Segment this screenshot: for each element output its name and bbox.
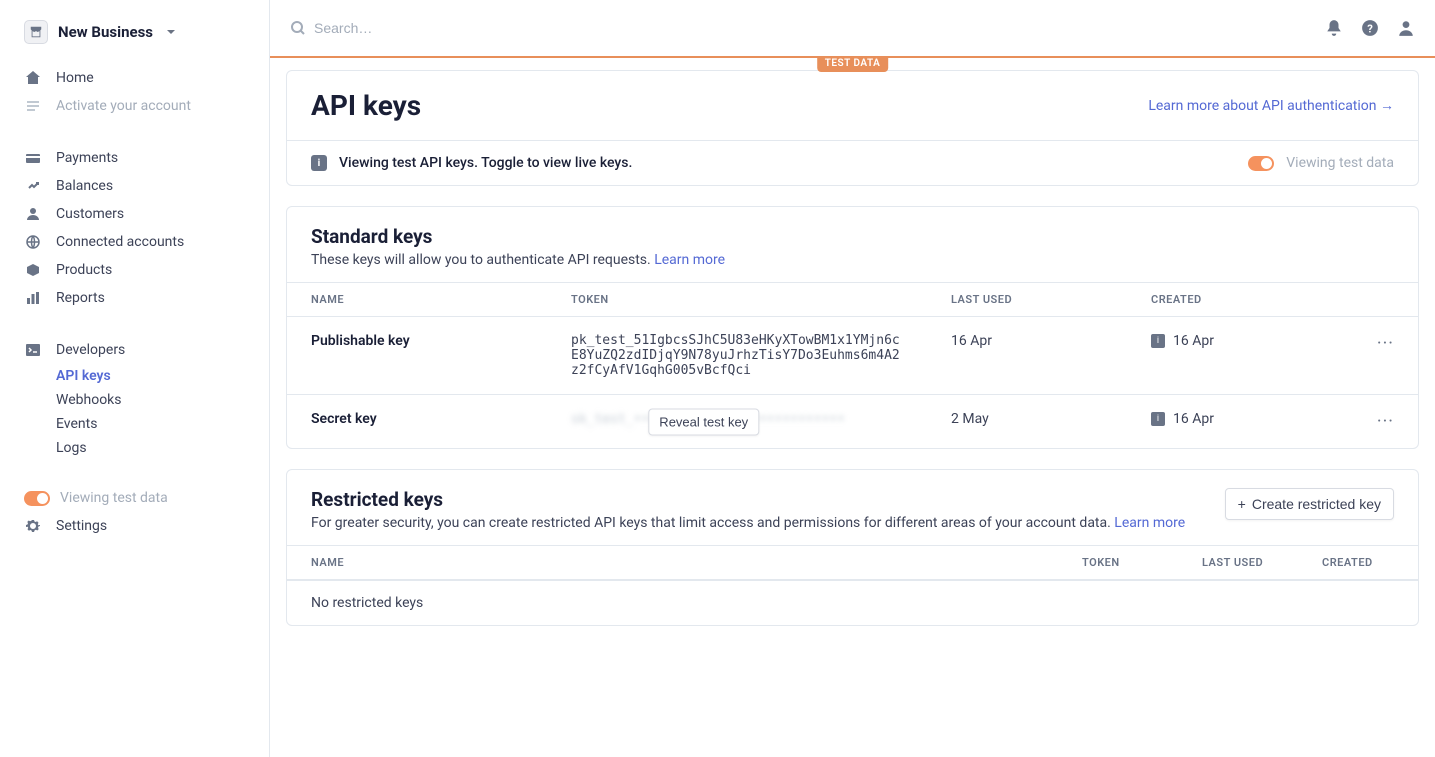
table-row: Publishable key pk_test_51IgbcsSJhC5U83e… [287,317,1418,395]
row-actions-menu[interactable]: ··· [1353,395,1418,449]
page-header-card: API keys Learn more about API authentica… [286,70,1419,186]
info-message: Viewing test API keys. Toggle to view li… [339,155,1236,171]
sidebar-item-connected[interactable]: Connected accounts [0,228,270,256]
payments-icon [24,149,42,167]
sidebar-sub-events[interactable]: Events [0,412,270,436]
last-used: 16 Apr [927,317,1127,395]
view-test-toggle[interactable] [1248,156,1274,171]
sidebar-item-products[interactable]: Products [0,256,270,284]
standard-learn-more-link[interactable]: Learn more [654,252,725,268]
topbar-icons: ? [1325,19,1415,37]
standard-keys-title: Standard keys [311,225,725,248]
sidebar-item-activate[interactable]: Activate your account [0,92,270,120]
reports-icon [24,289,42,307]
col-created: CREATED [1298,546,1418,580]
test-data-label: Viewing test data [60,490,168,506]
search-wrap [290,20,1313,36]
sidebar-item-label: Home [56,70,94,86]
publishable-key-token[interactable]: pk_test_51IgbcsSJhC5U83eHKyXTowBM1x1YMjn… [571,333,903,378]
restricted-keys-title: Restricted keys [311,488,1185,511]
restricted-keys-table: NAME TOKEN LAST USED CREATED [287,545,1418,580]
topbar: ? [270,0,1435,56]
row-actions-menu[interactable]: ··· [1353,317,1418,395]
col-name: NAME [287,283,547,317]
balances-icon [24,177,42,195]
sidebar-item-developers[interactable]: Developers [0,336,270,364]
col-last-used: LAST USED [927,283,1127,317]
create-restricted-key-button[interactable]: + Create restricted key [1225,488,1394,520]
customers-icon [24,205,42,223]
learn-auth-link[interactable]: Learn more about API authentication → [1148,97,1394,114]
sidebar-item-payments[interactable]: Payments [0,144,270,172]
sidebar-sub-logs[interactable]: Logs [0,436,270,460]
home-icon [24,69,42,87]
test-data-strip: TEST DATA [270,56,1435,58]
created: i16 Apr [1127,317,1353,395]
restricted-learn-more-link[interactable]: Learn more [1114,515,1185,531]
test-keys-info-row: i Viewing test API keys. Toggle to view … [287,140,1418,185]
standard-keys-subtitle: These keys will allow you to authenticat… [311,252,725,268]
sidebar-item-reports[interactable]: Reports [0,284,270,312]
restricted-keys-subtitle: For greater security, you can create res… [311,515,1185,531]
sidebar-item-label: Activate your account [56,98,191,114]
business-name: New Business [58,23,153,41]
gear-icon [24,517,42,535]
search-input[interactable] [314,20,1313,36]
restricted-keys-card: Restricted keys For greater security, yo… [286,469,1419,626]
col-created: CREATED [1127,283,1353,317]
user-icon[interactable] [1397,19,1415,37]
info-icon: i [311,155,327,171]
main-content: ? TEST DATA API keys Learn more about AP… [270,0,1435,757]
sidebar-item-settings[interactable]: Settings [0,512,270,540]
store-icon [24,20,48,44]
test-data-badge: TEST DATA [817,56,889,72]
standard-keys-table: NAME TOKEN LAST USED CREATED Publishable… [287,282,1418,448]
bell-icon[interactable] [1325,19,1343,37]
sidebar-item-label: Connected accounts [56,234,184,250]
reveal-key-button[interactable]: Reveal test key [648,408,759,435]
page-title: API keys [311,89,421,122]
col-token: TOKEN [1058,546,1178,580]
list-icon [24,97,42,115]
business-switcher[interactable]: New Business [0,12,270,64]
col-last-used: LAST USED [1178,546,1298,580]
key-name: Publishable key [287,317,547,395]
chevron-down-icon [165,23,177,42]
key-name: Secret key [287,395,547,449]
created: i16 Apr [1127,395,1353,449]
terminal-icon [24,341,42,359]
globe-icon [24,233,42,251]
help-icon[interactable]: ? [1361,19,1379,37]
restricted-empty-state: No restricted keys [287,580,1418,625]
sidebar-item-label: Balances [56,178,113,194]
sidebar-item-label: Payments [56,150,118,166]
arrow-right-icon: → [1380,98,1394,114]
view-test-label: Viewing test data [1286,155,1394,171]
sidebar: New Business Home Activate your account … [0,0,270,757]
col-token: TOKEN [547,283,927,317]
sidebar-item-label: Customers [56,206,124,222]
standard-keys-card: Standard keys These keys will allow you … [286,206,1419,449]
search-icon [290,20,306,36]
info-icon[interactable]: i [1151,334,1165,348]
sidebar-item-balances[interactable]: Balances [0,172,270,200]
sidebar-test-toggle-row: Viewing test data [0,484,270,512]
table-row: Secret key sk_test_•••••••••••••••••••••… [287,395,1418,449]
sidebar-item-label: Products [56,262,112,278]
sidebar-sub-api-keys[interactable]: API keys [0,364,270,388]
svg-text:?: ? [1367,23,1373,36]
info-icon[interactable]: i [1151,412,1165,426]
last-used: 2 May [927,395,1127,449]
sidebar-item-label: Settings [56,518,107,534]
sidebar-item-label: Reports [56,290,105,306]
test-data-toggle[interactable] [24,491,50,506]
sidebar-sub-webhooks[interactable]: Webhooks [0,388,270,412]
plus-icon: + [1238,496,1246,512]
sidebar-item-label: Developers [56,342,125,358]
products-icon [24,261,42,279]
col-name: NAME [287,546,1058,580]
sidebar-item-customers[interactable]: Customers [0,200,270,228]
sidebar-item-home[interactable]: Home [0,64,270,92]
